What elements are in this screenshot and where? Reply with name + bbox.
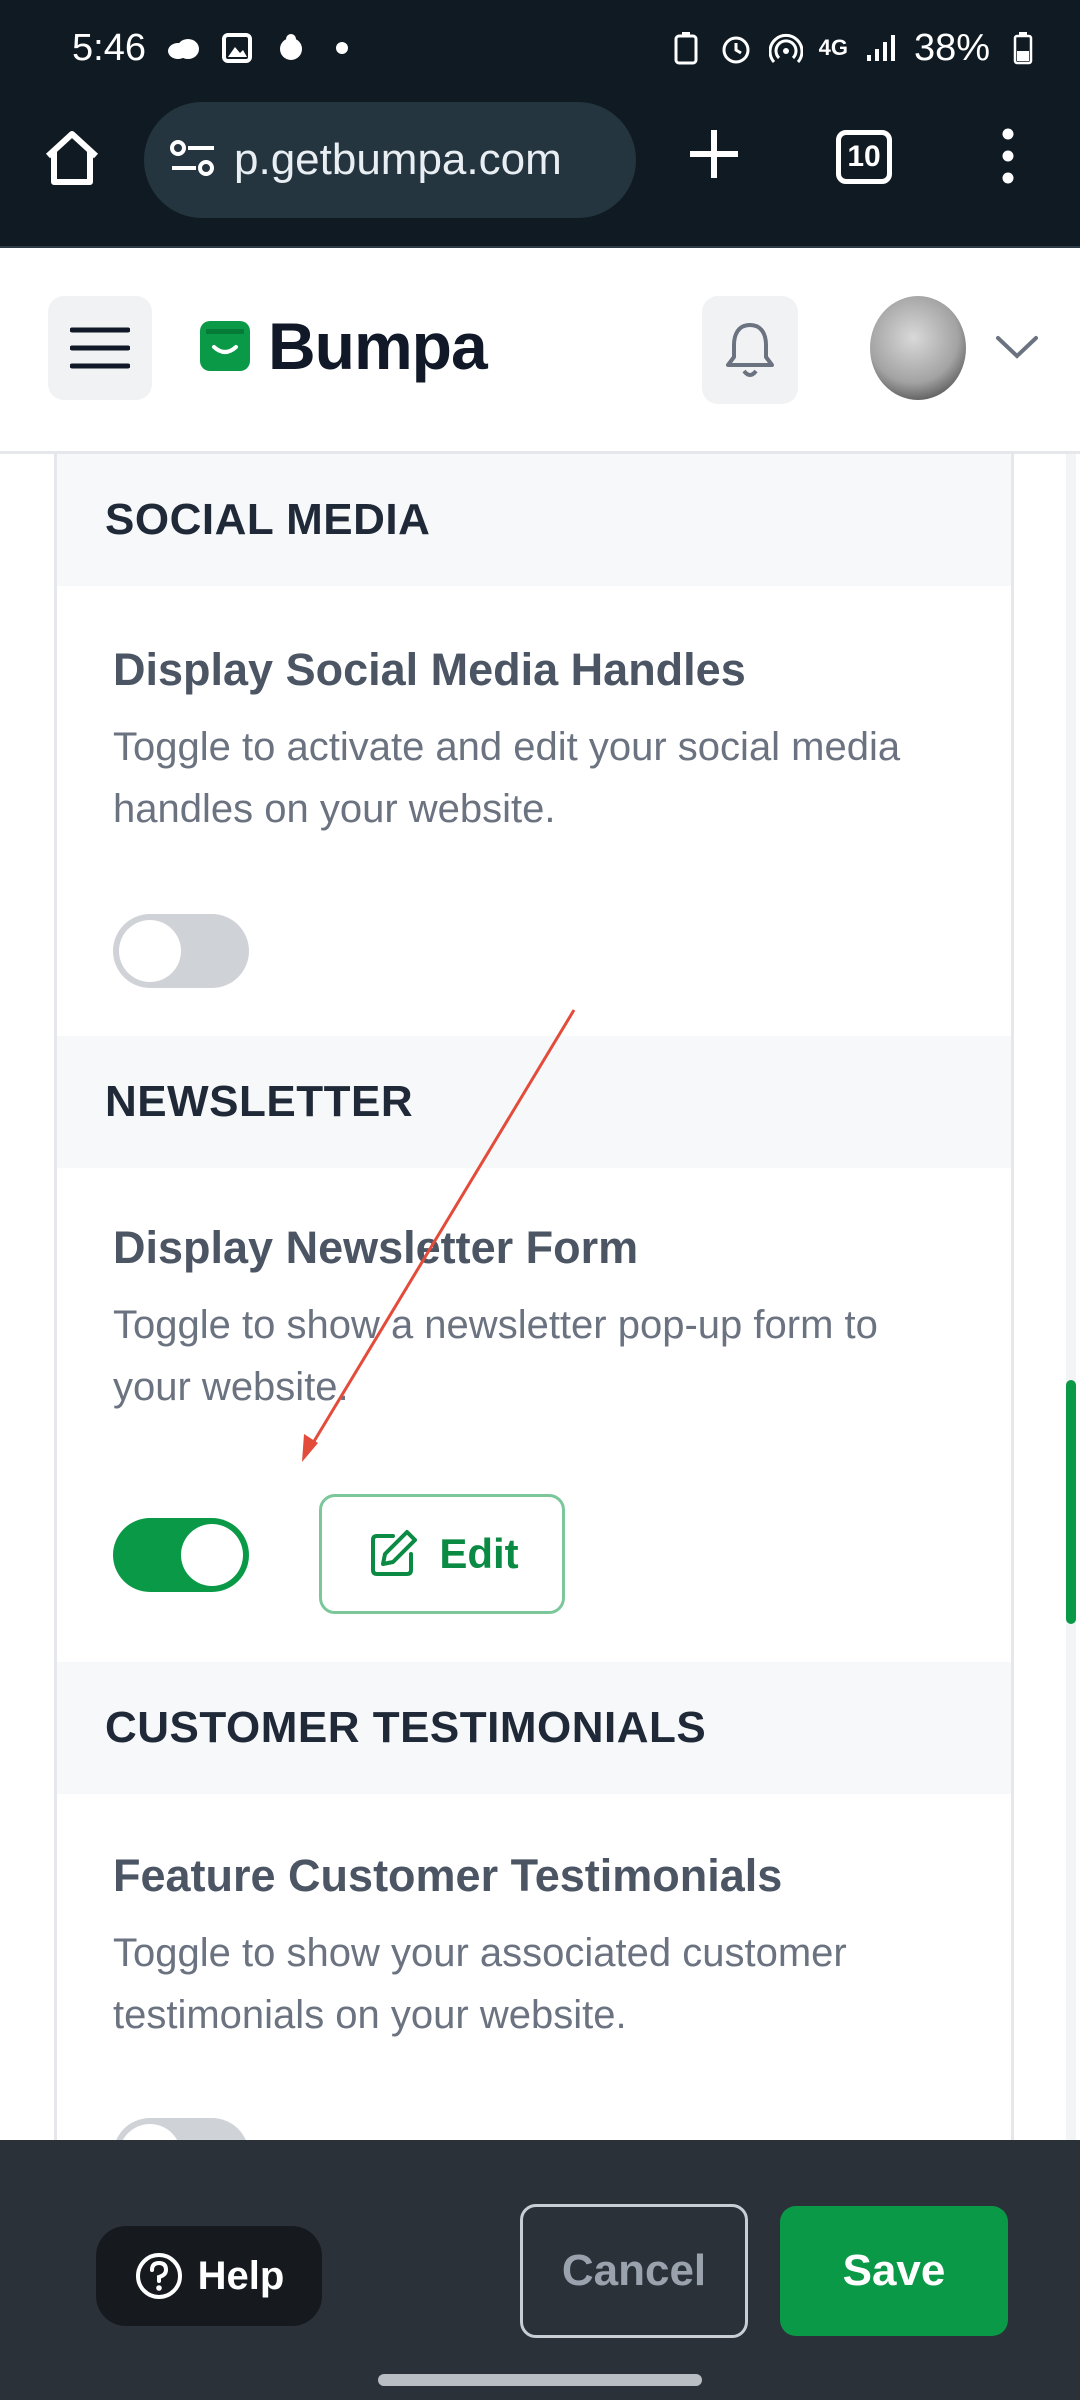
status-left: 5:46: [72, 27, 348, 70]
testimonials-description: Toggle to show your associated customer …: [113, 1931, 847, 2037]
newsletter-toggle[interactable]: [113, 1518, 249, 1592]
more-options-icon[interactable]: [994, 126, 1022, 186]
network-type: 4G: [818, 35, 848, 60]
browser-toolbar: p.getbumpa.com 10: [0, 96, 1080, 248]
save-button[interactable]: Save: [780, 2206, 1008, 2336]
status-right: 4G 38%: [669, 27, 1040, 70]
chevron-down-icon[interactable]: [994, 332, 1040, 362]
battery-icon: [1006, 31, 1040, 65]
testimonials-toggle[interactable]: [113, 2118, 249, 2140]
status-bar: 5:46 4G 38%: [0, 0, 1080, 96]
tab-switcher-button[interactable]: 10: [836, 130, 892, 184]
alarm-icon: [719, 31, 753, 65]
scrollbar-track[interactable]: [1066, 454, 1076, 2140]
notifications-button[interactable]: [702, 296, 798, 404]
app-header: Bumpa: [0, 248, 1080, 454]
battery-saver-icon: [669, 31, 703, 65]
social-media-toggle[interactable]: [113, 914, 249, 988]
newsletter-section-header: NEWSLETTER: [57, 1036, 1011, 1168]
menu-button[interactable]: [48, 296, 152, 400]
battery-percent: 38%: [913, 26, 990, 69]
signal-icon: [864, 31, 898, 65]
status-time: 5:46: [72, 26, 146, 69]
bottom-action-bar: Help Cancel Save: [0, 2140, 1080, 2400]
social-media-section-header: SOCIAL MEDIA: [57, 454, 1011, 586]
settings-card: SOCIAL MEDIA Display Social Media Handle…: [54, 454, 1014, 2140]
new-tab-icon[interactable]: [686, 126, 742, 182]
image-icon: [220, 31, 254, 65]
hamburger-icon: [70, 327, 130, 369]
scrollbar-thumb[interactable]: [1066, 1380, 1076, 1624]
address-bar[interactable]: p.getbumpa.com: [144, 102, 636, 218]
cloud-icon: [166, 31, 200, 65]
url-text: p.getbumpa.com: [234, 135, 562, 184]
settings-content[interactable]: SOCIAL MEDIA Display Social Media Handle…: [0, 454, 1080, 2140]
social-media-title: Display Social Media Handles: [113, 644, 746, 695]
newsletter-edit-button[interactable]: Edit: [319, 1494, 565, 1614]
toggle-knob: [119, 920, 181, 982]
toggle-knob: [119, 2124, 181, 2140]
toggle-knob: [181, 1524, 243, 1586]
testimonials-section-header: CUSTOMER TESTIMONIALS: [57, 1662, 1011, 1794]
social-media-description: Toggle to activate and edit your social …: [113, 725, 901, 831]
home-icon[interactable]: [40, 126, 104, 190]
edit-icon: [371, 1530, 418, 1576]
more-notifications-dot: [335, 42, 348, 54]
avatar[interactable]: [870, 296, 966, 400]
bumpa-logo-icon: [200, 321, 250, 371]
newsletter-title: Display Newsletter Form: [113, 1222, 639, 1273]
newsletter-description: Toggle to show a newsletter pop-up form …: [113, 1303, 878, 1409]
brand[interactable]: Bumpa: [200, 308, 488, 384]
brand-name: Bumpa: [268, 309, 488, 383]
cancel-button[interactable]: Cancel: [520, 2204, 748, 2338]
help-label: Help: [197, 2253, 285, 2298]
app-notification-icon: [274, 31, 308, 65]
help-button[interactable]: Help: [96, 2226, 322, 2326]
edit-label: Edit: [439, 1530, 519, 1577]
site-settings-icon[interactable]: [168, 136, 218, 185]
bell-icon: [726, 323, 774, 377]
testimonials-title: Feature Customer Testimonials: [113, 1850, 783, 1901]
hotspot-icon: [768, 31, 803, 65]
help-icon: [135, 2253, 182, 2299]
gesture-home-indicator[interactable]: [378, 2374, 702, 2386]
